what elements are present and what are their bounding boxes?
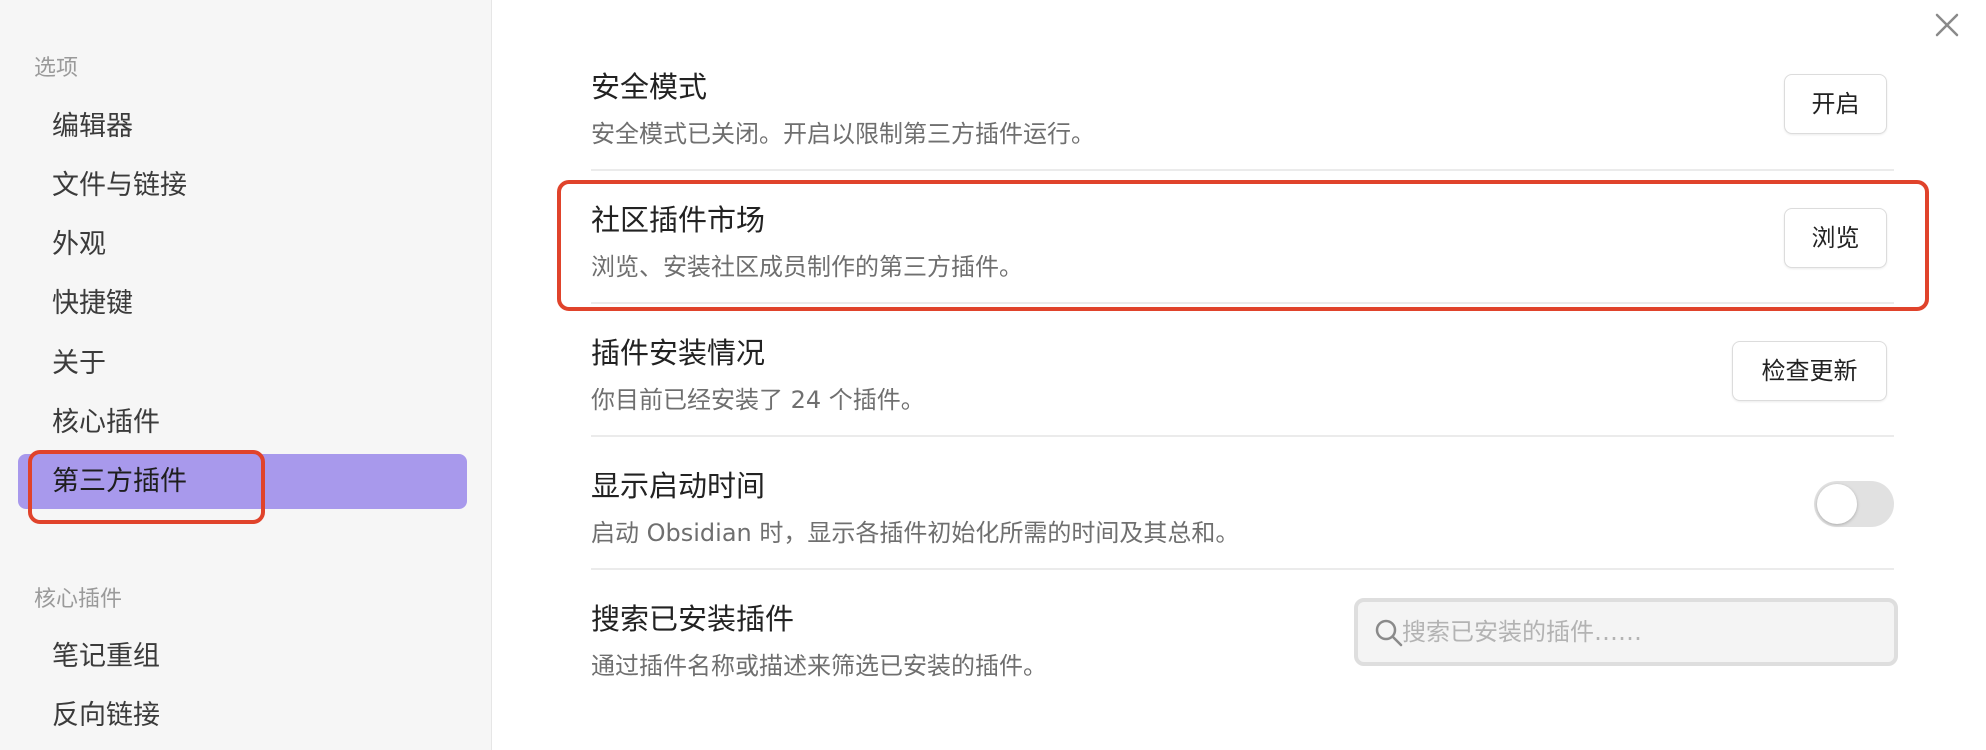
sidebar-item-editor[interactable]: 编辑器 (18, 99, 467, 154)
sidebar-item-files-links[interactable]: 文件与链接 (18, 158, 467, 213)
search-icon (1374, 618, 1404, 648)
sidebar-item-core-plugins[interactable]: 核心插件 (18, 395, 467, 450)
setting-community-plugins: 社区插件市场 浏览、安装社区成员制作的第三方插件。 (591, 171, 1894, 304)
setting-description: 启动 Obsidian 时，显示各插件初始化所需的时间及其总和。 (591, 519, 1240, 547)
sidebar-section-options-title: 选项 (34, 56, 79, 81)
sidebar-section-core-plugins-title: 核心插件 (34, 587, 123, 612)
search-input[interactable] (1402, 602, 1882, 662)
startup-time-toggle[interactable] (1814, 481, 1894, 527)
sidebar-item-backlinks[interactable]: 反向链接 (18, 688, 467, 743)
close-icon[interactable] (1930, 8, 1964, 42)
sidebar-item-appearance[interactable]: 外观 (18, 217, 467, 272)
toggle-knob (1817, 484, 1857, 524)
setting-installed-plugins: 插件安装情况 你目前已经安装了 24 个插件。 (591, 304, 1894, 437)
check-updates-button[interactable]: 检查更新 (1732, 341, 1887, 401)
setting-name: 显示启动时间 (591, 469, 766, 503)
search-box (1354, 598, 1898, 666)
setting-description: 安全模式已关闭。开启以限制第三方插件运行。 (591, 120, 1095, 148)
sidebar-item-hotkeys[interactable]: 快捷键 (18, 276, 467, 331)
setting-startup-time: 显示启动时间 启动 Obsidian 时，显示各插件初始化所需的时间及其总和。 (591, 437, 1894, 570)
setting-name: 插件安装情况 (591, 336, 766, 370)
setting-name: 社区插件市场 (591, 203, 766, 237)
safe-mode-enable-button[interactable]: 开启 (1784, 74, 1887, 134)
settings-sidebar: 选项 编辑器 文件与链接 外观 快捷键 关于 核心插件 第三方插件 核心插件 笔… (0, 0, 492, 750)
setting-description: 通过插件名称或描述来筛选已安装的插件。 (591, 652, 1047, 680)
setting-name: 安全模式 (591, 70, 708, 104)
setting-name: 搜索已安装插件 (591, 602, 795, 636)
setting-safe-mode: 安全模式 安全模式已关闭。开启以限制第三方插件运行。 (591, 38, 1894, 171)
sidebar-item-community-plugins[interactable]: 第三方插件 (18, 454, 467, 509)
sidebar-item-about[interactable]: 关于 (18, 336, 467, 391)
setting-description: 你目前已经安装了 24 个插件。 (591, 386, 925, 414)
browse-community-plugins-button[interactable]: 浏览 (1784, 208, 1887, 268)
settings-window: 选项 编辑器 文件与链接 外观 快捷键 关于 核心插件 第三方插件 核心插件 笔… (0, 0, 1986, 750)
sidebar-item-note-composer[interactable]: 笔记重组 (18, 629, 467, 684)
setting-description: 浏览、安装社区成员制作的第三方插件。 (591, 253, 1023, 281)
